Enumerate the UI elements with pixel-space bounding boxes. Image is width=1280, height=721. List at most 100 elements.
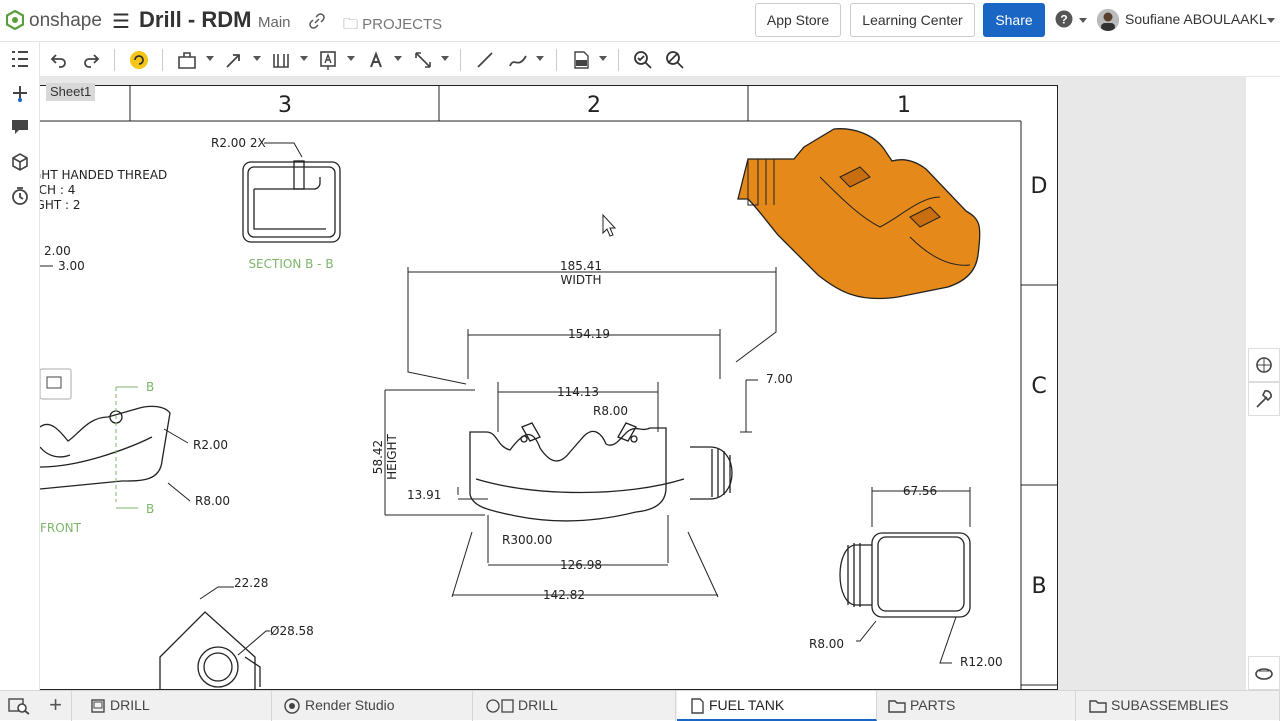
tab-drill-drawing[interactable]: DRILL — [82, 691, 272, 721]
brand-name[interactable]: onshape — [29, 10, 102, 32]
dim-r300: R300.00 — [502, 533, 552, 547]
share-button[interactable]: Share — [983, 3, 1045, 37]
dimension-icon[interactable] — [412, 49, 434, 71]
help-menu[interactable]: ? — [1055, 10, 1087, 32]
section-view-dropdown-icon[interactable] — [300, 56, 308, 61]
dim-7: 7.00 — [766, 372, 793, 386]
dimension-dropdown-icon[interactable] — [441, 56, 449, 61]
projected-view-icon[interactable] — [223, 49, 245, 71]
tab-parts-folder[interactable]: PARTS — [878, 691, 1076, 721]
spline-icon[interactable] — [507, 49, 529, 71]
redo-icon[interactable] — [80, 49, 102, 71]
tab-subassemblies-folder[interactable]: SUBASSEMBLIES — [1077, 691, 1280, 721]
app-store-button[interactable]: App Store — [755, 3, 841, 37]
toolbar-divider — [618, 49, 619, 71]
tab-label: DRILL — [110, 697, 150, 713]
zone-col-3: 3 — [278, 93, 292, 118]
menu-icon[interactable]: ☰ — [112, 9, 130, 34]
drawing-icon — [91, 699, 105, 713]
dim-left-2: 2.00 — [44, 244, 71, 258]
branch-name[interactable]: Main — [258, 14, 291, 31]
zone-row-b: B — [1031, 574, 1046, 599]
avatar[interactable] — [1097, 9, 1119, 31]
history-icon[interactable] — [9, 185, 31, 207]
document-title[interactable]: Drill - RDM — [139, 7, 251, 33]
projected-view-dropdown-icon[interactable] — [253, 56, 261, 61]
top-bar: onshape ☰ Drill - RDM Main 🗀 PROJECTS Ap… — [0, 0, 1280, 42]
feature-list-icon[interactable] — [9, 48, 31, 70]
user-name[interactable]: Soufiane ABOULAAKL — [1125, 11, 1267, 27]
tab-fuel-tank[interactable]: FUEL TANK — [677, 691, 877, 721]
spline-dropdown-icon[interactable] — [536, 56, 544, 61]
front-r2-label: R2.00 — [193, 438, 228, 452]
dim-r12: R12.00 — [960, 655, 1003, 669]
zone-col-1: 1 — [897, 93, 911, 118]
sheet-tab[interactable]: Sheet1 — [46, 83, 96, 101]
iso-3d-model — [737, 128, 981, 300]
link-icon[interactable] — [309, 13, 325, 29]
note-dropdown-icon[interactable] — [347, 56, 355, 61]
section-radius-leader — [264, 142, 303, 158]
section-view-icon[interactable] — [270, 49, 292, 71]
render-studio-icon — [284, 698, 300, 714]
hide-icon[interactable] — [664, 49, 686, 71]
width-dim-label: WIDTH — [561, 273, 602, 287]
iso-dia-leader — [237, 630, 270, 656]
toolbar-divider — [556, 49, 557, 71]
drawing-toolbar — [40, 42, 1280, 77]
line-icon[interactable] — [474, 49, 496, 71]
appearance-panel-icon[interactable] — [1248, 348, 1280, 382]
help-icon: ? — [1055, 10, 1073, 28]
view-options-icon[interactable] — [40, 368, 72, 400]
tab-drill-assembly[interactable]: DRILL — [474, 691, 676, 721]
toolbar-divider — [162, 49, 163, 71]
section-label: SECTION B - B — [248, 257, 333, 271]
text-dropdown-icon[interactable] — [394, 56, 402, 61]
drawing-views: 3 2 1 D C B GHT HANDED THREAD TCH : 4 IG… — [40, 85, 1058, 690]
drawing-icon — [691, 698, 704, 714]
help-glyph: ? — [1060, 13, 1067, 27]
insert-view-dropdown-icon[interactable] — [206, 56, 214, 61]
dim-126: 126.98 — [560, 558, 602, 572]
learning-center-button[interactable]: Learning Center — [850, 3, 975, 37]
check-icon[interactable] — [632, 49, 654, 71]
parts-icon[interactable] — [9, 150, 31, 172]
projects-label: PROJECTS — [362, 16, 443, 33]
search-tabs-icon[interactable] — [8, 697, 30, 715]
folder-icon: 🗀 — [343, 16, 363, 33]
update-icon[interactable] — [128, 49, 150, 71]
tab-label: Render Studio — [305, 697, 395, 713]
height-dim-value: 58.42 — [371, 440, 385, 474]
text-icon[interactable] — [365, 49, 387, 71]
toolbar-divider — [460, 49, 461, 71]
export-dropdown-icon[interactable] — [599, 56, 607, 61]
export-dxf-icon[interactable] — [570, 49, 592, 71]
chevron-down-icon — [1079, 18, 1087, 23]
toolbar-divider — [114, 49, 115, 71]
projects-link[interactable]: 🗀 PROJECTS — [343, 14, 442, 39]
add-tab-button[interactable]: + — [40, 691, 72, 721]
insert-view-icon[interactable] — [176, 49, 198, 71]
dim-r8: R8.00 — [593, 404, 628, 418]
comments-icon[interactable] — [9, 115, 31, 137]
front-label: FRONT — [40, 521, 82, 535]
properties-panel-icon[interactable] — [1248, 382, 1280, 416]
user-menu-chevron-icon[interactable] — [1267, 18, 1275, 23]
dimension-lines — [384, 267, 777, 598]
thread-note-line-3: IGHT : 2 — [40, 198, 81, 212]
zone-col-2: 2 — [587, 93, 601, 118]
section-radius-label: R2.00 2X — [211, 136, 266, 150]
height-dim-label: HEIGHT — [385, 433, 399, 479]
width-dim-value: 185.41 — [560, 259, 602, 273]
front-r8-label: R8.00 — [195, 494, 230, 508]
tab-render-studio[interactable]: Render Studio — [273, 691, 473, 721]
tape-measure-icon[interactable] — [1248, 656, 1280, 690]
drawing-canvas[interactable]: 3 2 1 D C B GHT HANDED THREAD TCH : 4 IG… — [40, 77, 1246, 690]
onshape-logo-icon[interactable] — [6, 10, 24, 30]
front-r2-leader — [163, 428, 189, 444]
tab-bar: + DRILL Render Studio DRILL FUEL TANK PA… — [0, 690, 1280, 721]
add-part-icon[interactable] — [9, 82, 31, 104]
folder-icon — [1089, 700, 1107, 713]
note-icon[interactable] — [317, 49, 339, 71]
undo-icon[interactable] — [48, 49, 70, 71]
